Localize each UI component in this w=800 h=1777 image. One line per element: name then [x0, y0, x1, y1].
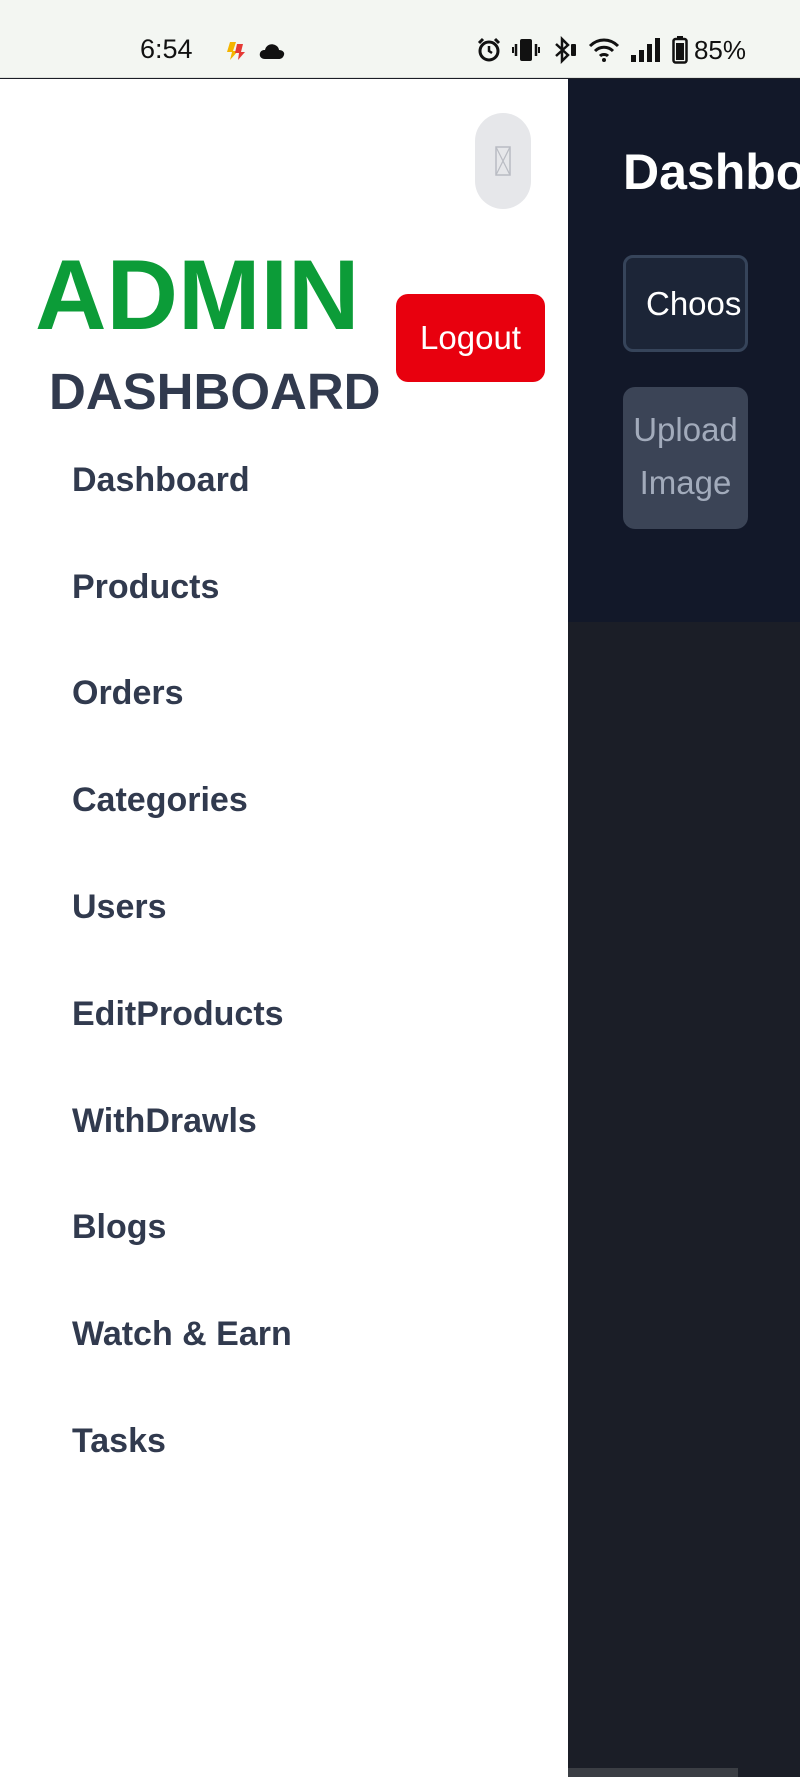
- sidebar: ADMIN DASHBOARD Logout Dashboard Product…: [0, 79, 568, 1777]
- upload-label-line2: Image: [639, 464, 732, 501]
- page-title: Dashbo: [623, 144, 800, 200]
- sidebar-item-watch-earn[interactable]: Watch & Earn: [0, 1281, 568, 1388]
- upload-image-button[interactable]: Upload Image: [623, 387, 748, 529]
- sidebar-item-categories[interactable]: Categories: [0, 747, 568, 854]
- close-sidebar-button[interactable]: [475, 113, 531, 209]
- alarm-icon: [477, 37, 501, 62]
- main-panel: Dashbo Choos Upload Image: [568, 79, 800, 622]
- sidebar-item-tasks[interactable]: Tasks: [0, 1388, 568, 1495]
- status-time: 6:54: [140, 34, 193, 64]
- battery-percentage: 85%: [693, 34, 746, 65]
- main-area: Dashbo Choos Upload Image: [568, 79, 800, 1777]
- battery-icon: [672, 36, 688, 64]
- close-icon: [495, 146, 511, 176]
- choose-file-button[interactable]: Choos: [623, 255, 748, 352]
- wifi-icon: [588, 38, 620, 62]
- cloud-icon: [259, 44, 285, 59]
- bluetooth-icon: [555, 36, 576, 64]
- sidebar-item-dashboard[interactable]: Dashboard: [0, 427, 568, 534]
- logout-button[interactable]: Logout: [396, 294, 545, 382]
- status-bar: 6:54 85%: [0, 0, 800, 78]
- sidebar-nav: Dashboard Products Orders Categories Use…: [0, 427, 568, 1495]
- upload-label-line1: Upload: [633, 411, 738, 448]
- admin-subtitle: DASHBOARD: [49, 363, 381, 420]
- sidebar-item-orders[interactable]: Orders: [0, 641, 568, 748]
- sidebar-item-edit-products[interactable]: EditProducts: [0, 961, 568, 1068]
- vibrate-icon: [511, 39, 540, 61]
- screen: 6:54 85% Dashbo Choos Upload Image ADMIN…: [0, 0, 800, 1777]
- admin-title: ADMIN: [35, 239, 360, 350]
- sidebar-item-blogs[interactable]: Blogs: [0, 1175, 568, 1282]
- notification-app-icon: [227, 42, 245, 60]
- signal-icon: [630, 38, 660, 62]
- status-icons: 85%: [476, 33, 746, 67]
- sidebar-item-withdrawls[interactable]: WithDrawls: [0, 1068, 568, 1175]
- sidebar-item-users[interactable]: Users: [0, 854, 568, 961]
- scroll-indicator: [568, 1768, 738, 1777]
- sidebar-item-products[interactable]: Products: [0, 534, 568, 641]
